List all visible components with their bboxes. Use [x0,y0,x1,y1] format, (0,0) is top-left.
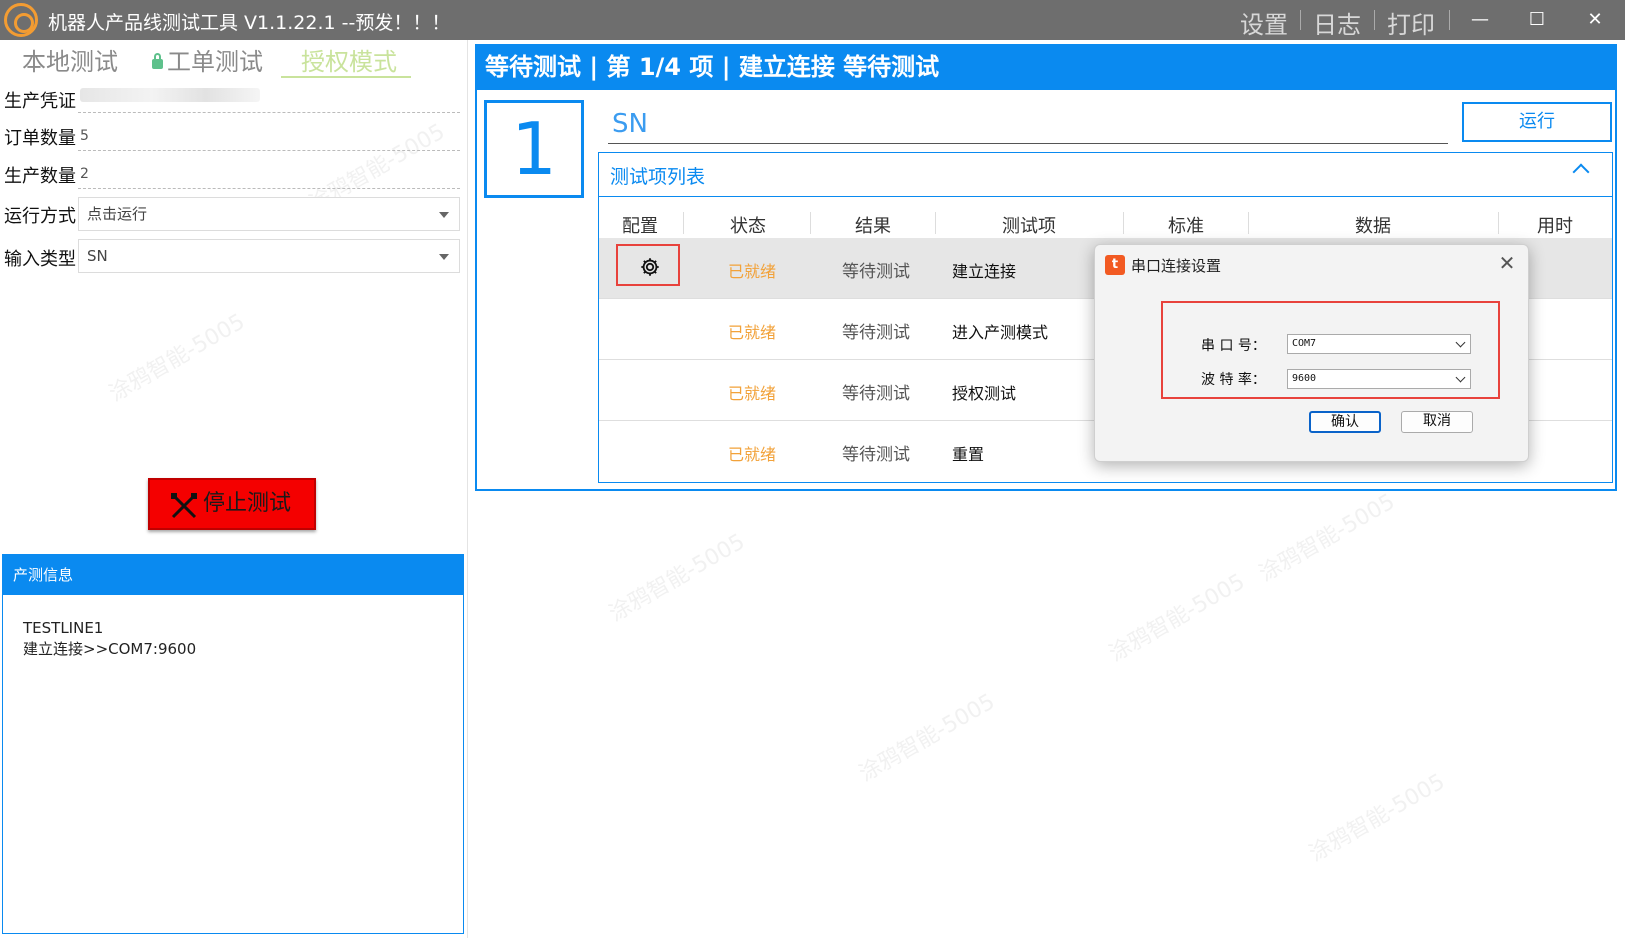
run-button[interactable]: 运行 [1462,102,1612,142]
serial-settings-dialog: t 串口连接设置 ✕ 串 口 号： COM7 波 特 率： 9600 确认 取消 [1094,244,1529,462]
test-status-header: 等待测试 | 第 1/4 项 | 建立连接 等待测试 [475,44,1617,90]
order-qty-label: 订单数量 [4,128,76,149]
watermark: 涂鸦智能-5005 [1105,569,1250,667]
panel-divider [467,40,468,938]
field-divider [78,150,460,151]
run-mode-label: 运行方式 [4,206,76,227]
produced-qty-label: 生产数量 [4,166,76,187]
input-type-select[interactable]: SN [78,239,460,273]
info-line: TESTLINE1 [23,619,104,637]
info-line: 建立连接>>COM7:9600 [23,640,197,658]
dialog-title: 串口连接设置 [1131,257,1222,275]
step-number: 1 [484,100,584,198]
list-divider [598,196,1613,197]
chevron-down-icon [1455,337,1466,348]
production-info-panel: 产测信息 TESTLINE1 建立连接>>COM7:9600 [2,554,464,934]
minimize-button[interactable]: — [1455,0,1505,40]
row-test-item: 重置 [952,445,985,464]
watermark: 涂鸦智能-5005 [1305,769,1450,867]
stop-test-label: 停止测试 [202,491,291,516]
column-separator [683,212,684,234]
column-header-data: 数据 [1355,216,1391,237]
cancel-button[interactable]: 取消 [1401,411,1473,433]
row-status: 已就绪 [728,445,777,464]
baud-value: 9600 [1292,373,1317,384]
order-qty-value: 5 [80,128,89,144]
close-icon[interactable]: ✕ [1495,251,1519,275]
maximize-button[interactable]: ☐ [1512,0,1562,40]
column-separator [935,212,936,234]
column-separator [1248,212,1249,234]
column-header-duration: 用时 [1537,216,1573,237]
column-header-config: 配置 [622,216,658,237]
test-list-title: 测试项列表 [610,166,706,188]
produced-qty-value: 2 [80,166,89,182]
title-bar: 机器人产品线测试工具 V1.1.22.1 --预发！！！ 设置 日志 打印 — … [0,0,1625,40]
lock-icon [152,53,163,69]
credential-label: 生产凭证 [4,91,76,112]
chevron-down-icon [439,254,449,260]
row-test-item: 进入产测模式 [952,323,1049,342]
column-header-test-item: 测试项 [1002,216,1056,237]
column-separator [1123,212,1124,234]
watermark: 涂鸦智能-5005 [605,529,750,627]
menu-separator [1449,10,1450,30]
port-label: 串 口 号： [1201,338,1266,354]
column-header-result: 结果 [855,216,891,237]
menu-separator [1374,10,1375,30]
run-mode-select[interactable]: 点击运行 [78,197,460,231]
field-divider [78,112,460,113]
watermark: 涂鸦智能-5005 [105,309,250,407]
row-result: 等待测试 [842,445,910,465]
column-separator [1498,212,1499,234]
chevron-down-icon [1455,372,1466,383]
sn-input[interactable]: SN [608,104,1448,144]
input-type-value: SN [87,247,108,265]
stop-test-button[interactable]: 停止测试 [148,478,316,530]
close-button[interactable]: ✕ [1570,0,1620,40]
gear-icon [641,258,659,276]
row-status: 已就绪 [728,262,777,281]
app-logo-icon [4,3,38,37]
active-tab-indicator [281,76,411,78]
cross-tools-icon [171,493,197,519]
config-button[interactable] [616,244,680,286]
menu-separator [1300,10,1301,30]
row-status: 已就绪 [728,323,777,342]
tab-auth-mode[interactable]: 授权模式 [301,42,397,77]
menu-log[interactable]: 日志 [1313,5,1361,40]
row-result: 等待测试 [842,262,910,282]
row-test-item: 授权测试 [952,384,1017,403]
tab-work-order-test[interactable]: 工单测试 [152,42,263,77]
window-title: 机器人产品线测试工具 V1.1.22.1 --预发！！！ [48,12,451,34]
column-separator [810,212,811,234]
column-header-standard: 标准 [1168,216,1204,237]
confirm-button[interactable]: 确认 [1309,411,1381,433]
app-icon: t [1105,255,1125,275]
menu-print[interactable]: 打印 [1387,5,1435,40]
baud-label: 波 特 率： [1201,372,1266,388]
column-header-status: 状态 [730,216,766,237]
input-type-label: 输入类型 [4,249,76,270]
row-status: 已就绪 [728,384,777,403]
watermark: 涂鸦智能-5005 [855,689,1000,787]
production-info-header: 产测信息 [3,555,463,595]
row-result: 等待测试 [842,323,910,343]
run-mode-value: 点击运行 [87,205,148,223]
chevron-down-icon [439,212,449,218]
baud-select[interactable]: 9600 [1287,369,1471,389]
row-result: 等待测试 [842,384,910,404]
watermark: 涂鸦智能-5005 [1255,489,1400,587]
credential-value-redacted [80,88,260,102]
field-divider [78,188,460,189]
tab-label: 工单测试 [167,48,263,76]
port-select[interactable]: COM7 [1287,334,1471,354]
port-value: COM7 [1292,338,1317,349]
menu-settings[interactable]: 设置 [1240,5,1288,40]
tab-local-test[interactable]: 本地测试 [22,42,118,77]
row-test-item: 建立连接 [952,262,1017,281]
